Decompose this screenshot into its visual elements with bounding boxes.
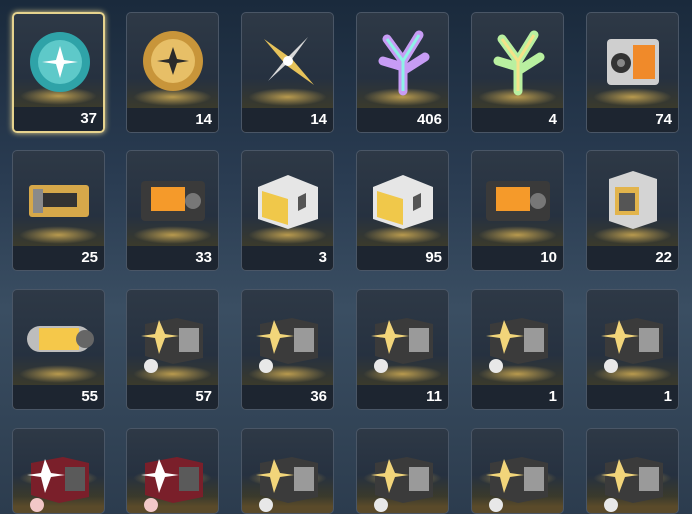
inventory-slot[interactable]: 33 (126, 150, 219, 271)
inventory-slot[interactable] (471, 428, 564, 514)
yellow-capsule-icon (27, 326, 94, 352)
inventory-slot[interactable]: 14 (126, 12, 219, 133)
star-lock-crate-icon (141, 318, 203, 373)
item-count: 36 (242, 385, 333, 409)
item-count: 11 (357, 385, 448, 409)
silver-gold-crate-icon (373, 175, 433, 229)
inventory-slot[interactable] (126, 428, 219, 514)
star-lock-crate-icon (371, 457, 433, 512)
inventory-slot[interactable]: 3 (241, 150, 334, 271)
inventory-slot[interactable] (586, 428, 679, 514)
red-star-crate-icon (141, 457, 203, 512)
inventory-slot[interactable]: 57 (126, 289, 219, 410)
inventory-slot[interactable]: 74 (586, 12, 679, 133)
star-lock-crate-icon (486, 318, 548, 373)
item-count: 14 (127, 108, 218, 132)
silver-cube-icon (609, 171, 657, 229)
star-lock-crate-icon (371, 318, 433, 373)
inventory-grid: 37 14 14 406 4 74 25 33 3 95 10 22 55 57… (0, 0, 692, 514)
orange-crate-icon (141, 181, 205, 221)
item-count: 1 (587, 385, 678, 409)
inventory-slot[interactable]: 37 (12, 12, 105, 133)
item-count: 10 (472, 246, 563, 270)
star-lock-crate-icon (256, 318, 318, 373)
item-count: 25 (13, 246, 104, 270)
orange-crate-icon (486, 181, 550, 221)
gold-shuriken-icon (264, 37, 314, 85)
inventory-slot[interactable]: 4 (471, 12, 564, 133)
inventory-slot[interactable]: 1 (586, 289, 679, 410)
star-lock-crate-icon (256, 457, 318, 512)
item-count: 74 (587, 108, 678, 132)
inventory-slot[interactable]: 36 (241, 289, 334, 410)
item-count: 57 (127, 385, 218, 409)
inventory-slot[interactable]: 1 (471, 289, 564, 410)
teal-orb-icon (30, 32, 90, 92)
inventory-slot[interactable]: 14 (241, 12, 334, 133)
inventory-slot[interactable]: 406 (356, 12, 449, 133)
item-count: 55 (13, 385, 104, 409)
inventory-slot[interactable]: 11 (356, 289, 449, 410)
item-count: 14 (242, 108, 333, 132)
star-lock-crate-icon (601, 318, 663, 373)
item-count: 33 (127, 246, 218, 270)
inventory-slot[interactable]: 10 (471, 150, 564, 271)
item-count: 95 (357, 246, 448, 270)
star-lock-crate-icon (486, 457, 548, 512)
item-count: 22 (587, 246, 678, 270)
gold-orb-icon (143, 31, 203, 91)
item-count: 37 (14, 107, 103, 131)
orange-cube-device-icon (607, 39, 659, 85)
item-count: 406 (357, 108, 448, 132)
inventory-slot[interactable] (241, 428, 334, 514)
inventory-slot[interactable]: 25 (12, 150, 105, 271)
star-lock-crate-icon (601, 457, 663, 512)
item-count: 4 (472, 108, 563, 132)
gold-crate-small-icon (29, 185, 89, 217)
inventory-slot[interactable]: 55 (12, 289, 105, 410)
silver-gold-crate-icon (258, 175, 318, 229)
red-star-crate-icon (27, 457, 89, 512)
item-count: 3 (242, 246, 333, 270)
inventory-slot[interactable]: 95 (356, 150, 449, 271)
holo-coral-pink-icon (378, 30, 430, 96)
item-count: 1 (472, 385, 563, 409)
inventory-slot[interactable] (12, 428, 105, 514)
inventory-slot[interactable] (356, 428, 449, 514)
holo-coral-green-icon (493, 30, 545, 96)
inventory-slot[interactable]: 22 (586, 150, 679, 271)
